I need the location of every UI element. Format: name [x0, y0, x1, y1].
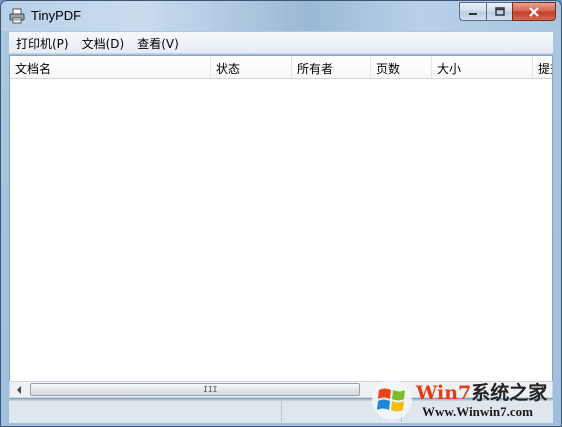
menu-view[interactable]: 查看(V) [130, 32, 185, 53]
title-bar[interactable]: TinyPDF [1, 1, 561, 31]
menu-document[interactable]: 文档(D) [75, 32, 131, 53]
close-button[interactable] [512, 2, 556, 21]
watermark-logo: Win7系统之家 Www.Winwin7.com [370, 376, 560, 424]
scroll-thumb[interactable]: III [30, 383, 360, 396]
list-header: 文档名 状态 所有者 页数 大小 提交 [10, 56, 552, 79]
column-header-document-name[interactable]: 文档名 [10, 56, 211, 78]
column-header-status[interactable]: 状态 [211, 56, 292, 78]
print-queue-list[interactable]: 文档名 状态 所有者 页数 大小 提交 [9, 55, 553, 399]
column-header-submitted[interactable]: 提交 [533, 56, 552, 78]
scroll-left-button[interactable] [10, 382, 27, 397]
column-header-pages[interactable]: 页数 [371, 56, 432, 78]
watermark-digit: 7 [458, 382, 472, 404]
printer-icon [9, 8, 25, 24]
column-header-size[interactable]: 大小 [432, 56, 533, 78]
column-header-owner[interactable]: 所有者 [292, 56, 371, 78]
status-pane-main [9, 401, 282, 422]
windows-flag-icon [372, 380, 412, 420]
watermark-url: Www.Winwin7.com [422, 404, 533, 419]
close-icon [529, 6, 539, 17]
chevron-left-icon [16, 385, 21, 394]
maximize-icon [494, 6, 505, 16]
minimize-button[interactable] [459, 2, 486, 21]
caption-buttons [459, 2, 556, 21]
watermark-suffix: 系统之家 [471, 382, 548, 404]
watermark-brand: Win7系统之家 [416, 382, 548, 404]
minimize-icon [469, 12, 477, 15]
scroll-grip: III [203, 385, 218, 394]
menu-printer[interactable]: 打印机(P) [9, 32, 75, 53]
menu-bar: 打印机(P) 文档(D) 查看(V) [9, 32, 553, 54]
app-window: TinyPDF 打印机(P) 文档(D) 查看(V) 文档名 状态 所有者 页数… [0, 0, 562, 427]
window-title: TinyPDF [31, 8, 82, 23]
maximize-button[interactable] [486, 2, 512, 21]
